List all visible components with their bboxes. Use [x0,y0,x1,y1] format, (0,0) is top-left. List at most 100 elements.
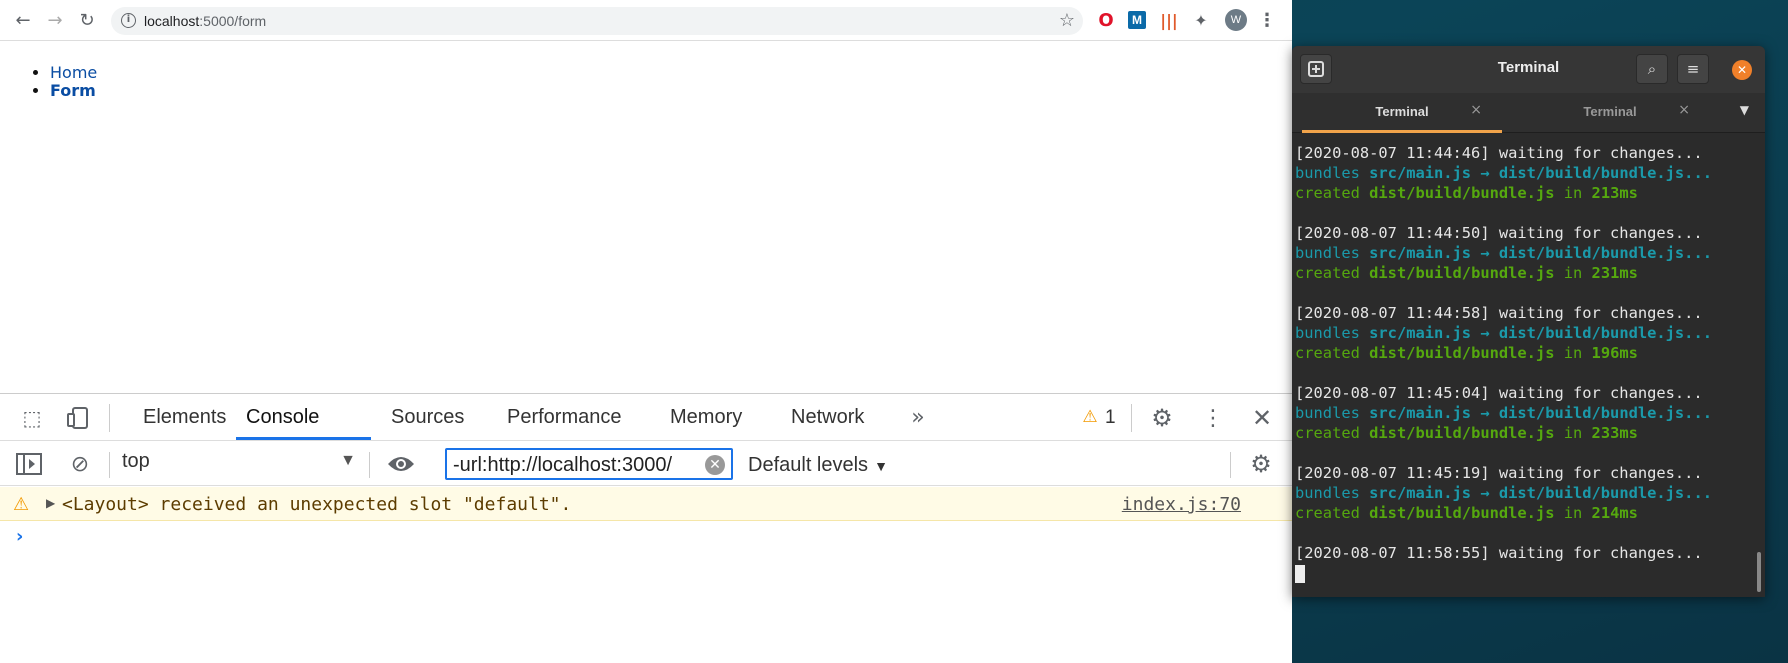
in-label: in [1554,504,1592,522]
terminal-line-waiting: [2020-08-07 11:45:04] waiting for change… [1295,383,1765,403]
nav-list: Home Form [50,64,97,100]
in-label: in [1554,424,1592,442]
warning-count[interactable]: 1 [1105,407,1116,429]
device-toolbar-icon[interactable] [64,404,92,432]
build-time: 231ms [1591,264,1638,282]
hamburger-menu-icon[interactable]: ≡ [1677,54,1709,84]
clear-console-icon[interactable]: ⊘ [66,450,94,478]
log-levels-label: Default levels [748,454,869,476]
opera-icon[interactable]: O [1096,10,1116,31]
bookmark-star-icon[interactable]: ☆ [1059,10,1075,31]
terminal-line-waiting: [2020-08-07 11:58:55] waiting for change… [1295,543,1765,563]
created-label: created [1295,184,1370,202]
kebab-menu-icon[interactable]: ⋮ [1257,10,1277,31]
terminal-line-bundles: bundles src/main.js → dist/build/bundle.… [1295,323,1765,343]
forward-icon[interactable]: → [43,8,67,32]
build-time: 196ms [1591,344,1638,362]
terminal-line-created: created dist/build/bundle.js in 213ms [1295,183,1765,203]
created-label: created [1295,264,1370,282]
terminal-cursor [1295,565,1305,583]
puzzle-icon[interactable]: ✦ [1191,10,1211,30]
bundles-path: src/main.js → dist/build/bundle.js... [1369,324,1712,342]
bundles-path: src/main.js → dist/build/bundle.js... [1369,164,1712,182]
created-label: created [1295,424,1370,442]
address-url[interactable]: localhost:5000/form [144,13,266,29]
close-window-icon[interactable]: ✕ [1732,60,1752,80]
address-bar[interactable]: i localhost:5000/form ☆ [111,7,1083,35]
created-file: dist/build/bundle.js [1369,184,1555,202]
terminal-line-created: created dist/build/bundle.js in 214ms [1295,503,1765,523]
created-file: dist/build/bundle.js [1369,504,1555,522]
warning-icon[interactable]: ⚠ [1080,406,1100,428]
console-source-link[interactable]: index.js:70 [1122,494,1241,515]
devtools-tabbar: ⬚ Elements Console Sources Performance M… [0,394,1292,441]
tabs-dropdown-icon[interactable]: ▼ [1740,103,1749,117]
console-prompt-icon[interactable]: › [16,526,23,547]
terminal-line-waiting: [2020-08-07 11:44:50] waiting for change… [1295,223,1765,243]
bundles-label: bundles [1295,484,1370,502]
settings-gear-icon[interactable]: ⚙ [1148,404,1176,432]
terminal-line-created: created dist/build/bundle.js in 233ms [1295,423,1765,443]
toolbar-divider [109,404,110,432]
tab-elements[interactable]: Elements [143,406,226,429]
terminal-line-bundles: bundles src/main.js → dist/build/bundle.… [1295,243,1765,263]
bundles-label: bundles [1295,324,1370,342]
profile-avatar[interactable]: W [1225,9,1247,31]
log-levels-dropdown[interactable]: Default levels ▼ [748,454,888,477]
url-host: localhost [144,13,200,29]
terminal-tab-1[interactable]: Terminal × [1302,93,1502,133]
nav-link-form[interactable]: Form [50,81,96,100]
created-file: dist/build/bundle.js [1369,344,1555,362]
chevron-down-icon: ▼ [340,452,356,469]
expand-triangle-icon[interactable]: ▶ [46,496,55,510]
terminal-line-bundles: bundles src/main.js → dist/build/bundle.… [1295,403,1765,423]
waiting-text: [2020-08-07 11:45:04] waiting for change… [1295,384,1703,402]
context-select-value: top [122,450,150,472]
created-file: dist/build/bundle.js [1369,264,1555,282]
tab-network[interactable]: Network [791,406,864,429]
devtools-menu-icon[interactable]: ⋮ [1199,404,1227,432]
toolbar-divider [369,452,370,478]
live-expression-eye-icon[interactable] [385,450,417,478]
close-devtools-icon[interactable]: ✕ [1248,404,1276,432]
terminal-line-bundles: bundles src/main.js → dist/build/bundle.… [1295,163,1765,183]
bundles-path: src/main.js → dist/build/bundle.js... [1369,404,1712,422]
terminal-cursor-line [1295,563,1765,583]
terminal-tab-2[interactable]: Terminal × [1510,93,1710,133]
toolbar-divider [109,452,110,478]
close-tab-icon[interactable]: × [1470,102,1482,118]
nav-link-home[interactable]: Home [50,63,97,82]
waiting-text: [2020-08-07 11:45:19] waiting for change… [1295,464,1703,482]
context-select[interactable]: top ▼ [122,450,362,478]
console-message-warning[interactable]: ⚠ ▶ <Layout> received an unexpected slot… [0,487,1292,521]
bundles-label: bundles [1295,244,1370,262]
search-icon[interactable]: ⌕ [1636,54,1668,84]
close-tab-icon[interactable]: × [1678,102,1690,118]
tab-performance[interactable]: Performance [507,406,622,429]
sidebar-toggle-icon[interactable] [14,450,44,478]
m-extension-icon[interactable]: M [1128,11,1146,29]
terminal-scrollbar[interactable] [1757,552,1761,592]
console-filter-input[interactable]: -url:http://localhost:3000/ [445,448,733,480]
audio-extension-icon[interactable]: ||| [1159,10,1179,30]
created-label: created [1295,344,1370,362]
terminal-output[interactable]: [2020-08-07 11:44:46] waiting for change… [1292,133,1765,597]
in-label: in [1554,184,1592,202]
page-content: Home Form [0,41,1292,393]
tab-console[interactable]: Console [246,406,319,429]
reload-icon[interactable]: ↻ [75,8,99,32]
back-icon[interactable]: ← [11,8,35,32]
site-info-icon[interactable]: i [121,13,136,28]
build-time: 213ms [1591,184,1638,202]
inspect-element-icon[interactable]: ⬚ [18,404,46,432]
clear-filter-icon[interactable]: ✕ [705,455,725,475]
bundles-label: bundles [1295,164,1370,182]
tab-sources[interactable]: Sources [391,406,464,429]
more-tabs-icon[interactable]: » [906,403,930,431]
browser-toolbar: ← → ↻ i localhost:5000/form ☆ O M ||| ✦ … [0,0,1292,41]
console-settings-gear-icon[interactable]: ⚙ [1247,450,1275,478]
tab-memory[interactable]: Memory [670,406,742,429]
